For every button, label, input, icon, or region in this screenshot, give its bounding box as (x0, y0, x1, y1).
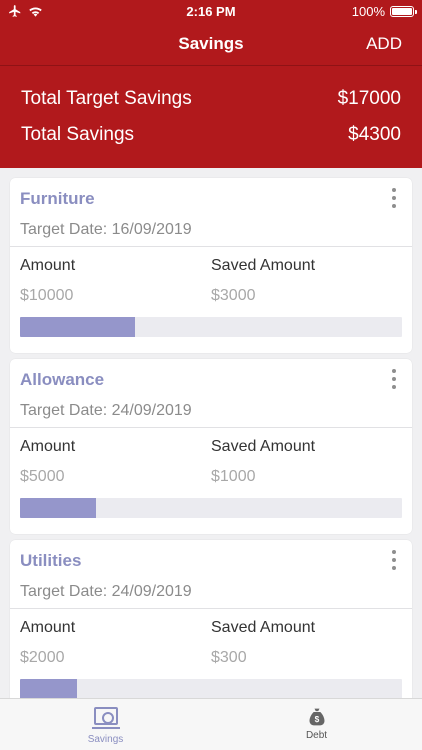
card-body: Amount $2000 Saved Amount $300 (10, 609, 412, 698)
card-header: Utilities Target Date: 24/09/2019 (10, 540, 412, 609)
total-target-value: $17000 (337, 88, 401, 109)
card-target-date: Target Date: 16/09/2019 (20, 221, 192, 238)
tab-savings[interactable]: Savings (0, 699, 211, 750)
money-bag-icon: $ (309, 708, 324, 726)
tab-bar: Savings $ Debt (0, 698, 422, 750)
total-saved-row: Total Savings $4300 (21, 124, 401, 146)
amount-value: $10000 (20, 287, 74, 304)
more-options-icon[interactable] (389, 188, 399, 208)
saved-amount-value: $1000 (211, 468, 256, 485)
amount-value: $5000 (20, 468, 65, 485)
progress-fill (20, 498, 97, 518)
nav-bar: Savings ADD (0, 24, 422, 66)
saved-amount-value: $3000 (211, 287, 256, 304)
saved-amount-value: $300 (211, 649, 247, 666)
page-title: Savings (178, 34, 244, 53)
more-options-icon[interactable] (389, 550, 399, 570)
total-target-row: Total Target Savings $17000 (21, 88, 401, 110)
saved-amount-label: Saved Amount (211, 438, 316, 455)
card-title: Allowance (20, 370, 105, 389)
status-bar: 2:16 PM 100% (0, 0, 422, 24)
more-options-icon[interactable] (389, 369, 399, 389)
amount-label: Amount (20, 438, 76, 455)
savings-card[interactable]: Allowance Target Date: 24/09/2019 Amount… (10, 359, 412, 534)
status-right: 100% (351, 4, 417, 19)
battery-icon (390, 6, 417, 17)
savings-card[interactable]: Furniture Target Date: 16/09/2019 Amount… (10, 178, 412, 353)
savings-progress-bar (20, 317, 402, 337)
saved-amount-label: Saved Amount (211, 619, 316, 636)
card-title: Furniture (20, 189, 95, 208)
card-body: Amount $10000 Saved Amount $3000 (10, 247, 412, 352)
tab-label: Debt (305, 730, 328, 741)
saved-amount-label: Saved Amount (211, 257, 316, 274)
amount-label: Amount (20, 257, 76, 274)
tab-label: Savings (87, 734, 124, 745)
total-target-label: Total Target Savings (21, 88, 192, 109)
tab-debt[interactable]: $ Debt (211, 699, 422, 750)
card-header: Allowance Target Date: 24/09/2019 (10, 359, 412, 428)
cash-icon (91, 707, 120, 729)
card-body: Amount $5000 Saved Amount $1000 (10, 428, 412, 533)
amount-label: Amount (20, 619, 76, 636)
svg-text:$: $ (314, 714, 319, 724)
progress-fill (20, 679, 78, 698)
savings-summary: Total Target Savings $17000 Total Saving… (0, 66, 422, 168)
battery-percent: 100% (351, 4, 385, 19)
card-target-date: Target Date: 24/09/2019 (20, 402, 192, 419)
savings-card[interactable]: Utilities Target Date: 24/09/2019 Amount… (10, 540, 412, 698)
total-saved-value: $4300 (348, 124, 401, 145)
add-button[interactable]: ADD (366, 34, 402, 54)
card-title: Utilities (20, 551, 82, 570)
savings-list[interactable]: Furniture Target Date: 16/09/2019 Amount… (0, 168, 422, 698)
card-target-date: Target Date: 24/09/2019 (20, 583, 192, 600)
savings-progress-bar (20, 679, 402, 698)
card-header: Furniture Target Date: 16/09/2019 (10, 178, 412, 247)
total-saved-label: Total Savings (21, 124, 135, 145)
savings-progress-bar (20, 498, 402, 518)
progress-fill (20, 317, 135, 337)
amount-value: $2000 (20, 649, 65, 666)
